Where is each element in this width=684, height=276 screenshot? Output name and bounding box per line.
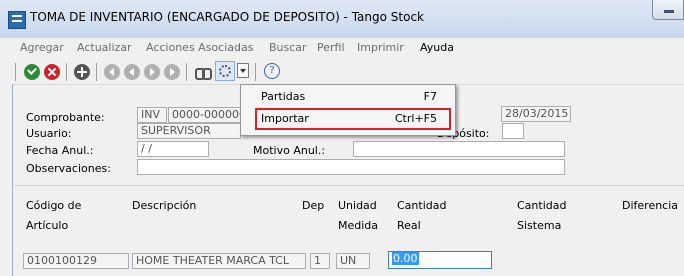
motivo-anul-field[interactable] [353, 141, 565, 157]
menu-imprimir[interactable]: Imprimir [357, 41, 404, 54]
column-header-line: Diferencia [622, 199, 679, 212]
observaciones-field[interactable] [137, 159, 565, 175]
form-divider [14, 185, 684, 186]
toolbar-separator [186, 63, 187, 81]
fecha-anul-field[interactable]: / / [137, 141, 209, 157]
popup-item-partidas[interactable]: Partidas F7 [241, 87, 455, 107]
menu-agregar[interactable]: Agregar [20, 41, 64, 54]
popup-item-shortcut: Ctrl+F5 [394, 112, 437, 125]
menu-ayuda[interactable]: Ayuda [420, 41, 454, 54]
column-header-unidad: Unidad Medida [338, 196, 378, 236]
column-header-descripcion: Descripción [132, 196, 196, 216]
cancel-circle-icon[interactable] [44, 64, 60, 80]
previous-record-icon[interactable] [124, 64, 140, 80]
comprobante-label: Comprobante: [26, 111, 105, 124]
add-circle-icon[interactable] [74, 64, 90, 80]
gear-icon [219, 65, 231, 77]
title-bar: TOMA DE INVENTARIO (ENCARGADO DE DEPOSIT… [0, 0, 684, 38]
row-cantidad-real-input[interactable]: 0.00 [388, 251, 492, 269]
motivo-anul-label: Motivo Anul.: [253, 144, 326, 157]
row-codigo-field[interactable]: 0100100129 [23, 253, 129, 269]
deposito-field[interactable] [502, 123, 524, 139]
column-header-line: Descripción [132, 199, 197, 212]
column-header-line: Código de [26, 199, 82, 212]
usuario-field[interactable]: SUPERVISOR [137, 123, 241, 139]
binoculars-icon[interactable] [195, 65, 212, 80]
menu-perfil[interactable]: Perfil [317, 41, 345, 54]
actions-gear-button[interactable] [215, 61, 235, 81]
help-icon[interactable]: ? [264, 63, 280, 79]
toolbar-separator [15, 63, 16, 81]
usuario-label: Usuario: [26, 127, 72, 140]
column-header-line: Cantidad [517, 199, 567, 212]
last-record-icon[interactable] [164, 64, 180, 80]
menu-actualizar[interactable]: Actualizar [77, 41, 132, 54]
toolbar-separator [255, 63, 256, 81]
dropdown-arrow-icon[interactable] [237, 63, 249, 78]
row-unidad-field[interactable]: UN [336, 253, 370, 269]
row-descripcion-field[interactable]: HOME THEATER MARCA TCL [132, 253, 306, 269]
column-header-line: Sistema [517, 219, 562, 232]
comprobante-type-field[interactable]: INV [137, 107, 167, 123]
column-header-codigo: Código de Artículo [26, 196, 81, 236]
column-header-line: Unidad [338, 199, 377, 212]
popup-item-importar[interactable]: Importar Ctrl+F5 [255, 108, 451, 130]
column-header-dep: Dep [302, 196, 324, 216]
left-border [12, 84, 13, 276]
actions-popup-menu: Partidas F7 Importar Ctrl+F5 [240, 84, 456, 136]
column-header-diferencia: Diferencia [622, 196, 678, 216]
fecha-field[interactable]: 28/03/2015 [501, 106, 571, 122]
menu-acciones-asociadas[interactable]: Acciones Asociadas [146, 41, 253, 54]
observaciones-label: Observaciones: [26, 162, 111, 175]
first-record-icon[interactable] [104, 64, 120, 80]
menu-bar: Agregar Actualizar Acciones Asociadas Bu… [12, 38, 684, 58]
column-header-line: Dep [302, 199, 325, 212]
window-title: TOMA DE INVENTARIO (ENCARGADO DE DEPOSIT… [30, 10, 424, 24]
row-dep-field[interactable]: 1 [310, 253, 330, 269]
app-icon [8, 11, 26, 29]
column-header-cantidad-real: Cantidad Real [397, 196, 446, 236]
minimize-button[interactable] [652, 0, 684, 20]
popup-item-shortcut: F7 [423, 90, 437, 103]
column-header-cantidad-sistema: Cantidad Sistema [517, 196, 566, 236]
check-circle-icon[interactable] [24, 64, 40, 80]
toolbar: ? [12, 58, 684, 85]
next-record-icon[interactable] [144, 64, 160, 80]
menu-buscar[interactable]: Buscar [269, 41, 307, 54]
column-header-line: Real [397, 219, 421, 232]
fecha-anul-label: Fecha Anul.: [26, 144, 94, 157]
column-header-line: Medida [338, 219, 379, 232]
toolbar-separator [96, 63, 97, 81]
cantidad-real-value: 0.00 [392, 252, 419, 265]
toolbar-separator [66, 63, 67, 81]
popup-item-label: Importar [261, 112, 309, 125]
column-header-line: Artículo [26, 219, 69, 232]
popup-item-label: Partidas [261, 90, 306, 103]
column-header-line: Cantidad [397, 199, 447, 212]
